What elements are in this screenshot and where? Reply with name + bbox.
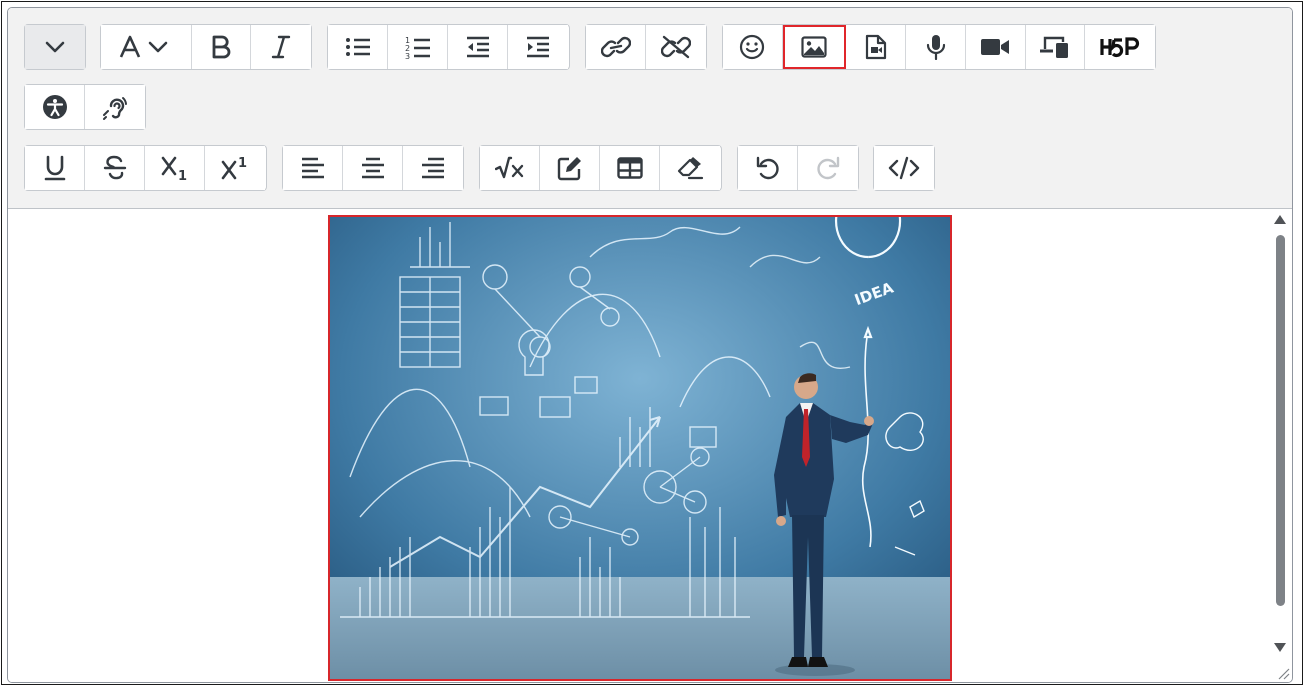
strikethrough-icon [103,155,126,180]
align-right-icon [422,157,444,179]
subscript-button[interactable]: 1 [145,146,205,190]
unlink-icon [661,35,691,59]
table-icon [616,157,643,179]
html-source-button[interactable] [874,146,934,190]
editor-scrollbar[interactable] [1274,209,1286,682]
equation-editor-button[interactable] [480,146,540,190]
inserted-image[interactable]: IDEA [328,215,952,681]
square-root-icon [494,156,523,179]
align-center-icon [361,157,384,179]
microphone-icon [926,35,945,60]
link-button[interactable] [586,25,646,69]
align-right-button[interactable] [403,146,463,190]
align-center-button[interactable] [343,146,403,190]
video-camera-icon [981,39,1010,55]
clear-formatting-button[interactable] [660,146,720,190]
h5p-button[interactable] [1085,25,1155,69]
history-group [737,145,859,191]
italic-icon [271,35,291,59]
font-a-icon [119,35,168,58]
media-file-icon [865,34,886,60]
insert-image-button[interactable] [782,25,847,69]
eraser-icon [677,157,704,180]
link-group [585,24,707,70]
italic-button[interactable] [251,25,311,69]
record-audio-button[interactable] [906,25,966,69]
text-format-group: 1 1 [24,145,267,191]
unordered-list-icon [345,38,370,56]
h5p-logo-icon [1100,37,1140,58]
accessibility-group [24,84,146,130]
ordered-list-icon: 1 2 3 [405,36,430,59]
chevron-down-icon [45,41,65,53]
screen-reader-helper-button[interactable] [85,85,145,129]
image-icon [801,36,827,58]
scroll-down-arrow-icon[interactable] [1274,643,1286,652]
insert-group [722,24,1156,70]
outdent-icon [466,36,489,58]
insert-table-button[interactable] [600,146,660,190]
underline-button[interactable] [25,146,85,190]
code-icon [888,156,920,180]
resize-handle-icon[interactable] [1276,666,1290,680]
bold-icon [212,35,231,59]
svg-text:1: 1 [178,169,187,181]
align-left-icon [301,157,324,179]
devices-icon [1039,36,1068,58]
bold-button[interactable] [191,25,252,69]
svg-text:3: 3 [405,52,410,59]
editor-content-area[interactable]: IDEA [8,209,1292,682]
superscript-button[interactable]: 1 [205,146,265,190]
strikethrough-button[interactable] [85,146,145,190]
indent-button[interactable] [508,25,568,69]
scroll-up-arrow-icon[interactable] [1274,215,1286,224]
collapse-group [24,24,86,70]
list-group: 1 2 3 [327,24,570,70]
insert-character-button[interactable] [540,146,600,190]
scrollbar-thumb[interactable] [1276,235,1285,606]
collapse-toolbar-button[interactable] [25,25,85,69]
style-group [100,24,312,70]
align-left-button[interactable] [283,146,343,190]
pencil-square-icon [557,157,581,181]
manage-files-button[interactable] [1025,25,1086,69]
photo-icon: IDEA [330,217,950,679]
bullet-list-button[interactable] [328,25,388,69]
smiley-icon [740,34,765,60]
subscript-icon: 1 [161,156,187,181]
undo-icon [756,156,779,180]
numbered-list-button[interactable]: 1 2 3 [388,25,448,69]
indent-icon [527,36,549,58]
paragraph-style-button[interactable] [101,25,192,69]
source-group [873,145,935,191]
link-icon [600,36,631,58]
atto-editor: 1 2 3 1 1 IDEA [7,7,1293,683]
unlink-button[interactable] [646,25,706,69]
superscript-icon: 1 [221,156,247,180]
redo-button[interactable] [798,146,858,190]
insert-media-button[interactable] [846,25,907,69]
outdent-button[interactable] [448,25,508,69]
hearing-icon [103,97,127,120]
redo-icon [817,156,840,180]
svg-text:1: 1 [238,156,247,171]
insert-tools-group [479,145,722,191]
underline-icon [44,155,65,181]
accessibility-icon [42,95,67,119]
editor-frame: 1 2 3 1 1 IDEA [1,1,1303,685]
editor-toolbar: 1 2 3 1 1 [8,8,1292,209]
alignment-group [282,145,464,191]
undo-button[interactable] [738,146,798,190]
emoji-button[interactable] [723,25,783,69]
accessibility-checker-button[interactable] [25,85,85,129]
record-video-button[interactable] [965,25,1026,69]
